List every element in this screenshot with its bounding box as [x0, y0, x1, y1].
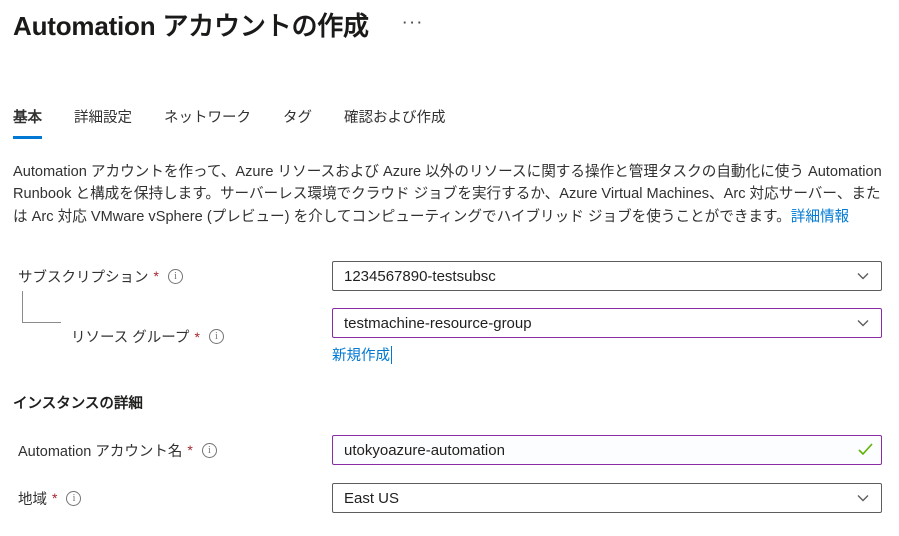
resource-group-dropdown[interactable]: testmachine-resource-group: [332, 308, 882, 338]
valid-check-icon: [858, 443, 873, 456]
page-header: Automation アカウントの作成 ···: [13, 8, 883, 44]
region-dropdown[interactable]: East US: [332, 483, 882, 513]
text-caret: [391, 346, 392, 364]
region-control: East US: [332, 483, 882, 513]
tab-networking[interactable]: ネットワーク: [164, 106, 251, 139]
chevron-down-icon: [856, 491, 870, 505]
subscription-label-group: サブスクリプション * i: [13, 266, 332, 287]
basics-form: サブスクリプション * i 1234567890-testsubsc リソース …: [13, 261, 883, 513]
info-icon[interactable]: i: [66, 491, 81, 506]
account-name-input-wrap: [332, 435, 882, 465]
tab-advanced[interactable]: 詳細設定: [74, 106, 132, 139]
page-description: Automation アカウントを作って、Azure リソースおよび Azure…: [13, 161, 883, 228]
learn-more-link[interactable]: 詳細情報: [791, 209, 849, 225]
subscription-selected-value: 1234567890-testsubsc: [344, 268, 496, 285]
resource-group-label-group: リソース グループ * i: [13, 326, 332, 347]
region-field-row: 地域 * i East US: [13, 483, 883, 513]
info-icon[interactable]: i: [168, 269, 183, 284]
info-icon[interactable]: i: [209, 329, 224, 344]
subscription-dropdown[interactable]: 1234567890-testsubsc: [332, 261, 882, 291]
region-label-group: 地域 * i: [13, 488, 332, 509]
create-new-row: 新規作成: [332, 344, 882, 365]
resource-group-field-row: リソース グループ * i testmachine-resource-group…: [13, 308, 883, 365]
required-asterisk: *: [187, 442, 192, 458]
tab-review-create[interactable]: 確認および作成: [344, 106, 446, 139]
subscription-label: サブスクリプション: [18, 266, 149, 287]
required-asterisk: *: [52, 490, 57, 506]
account-name-label: Automation アカウント名: [18, 440, 182, 461]
account-name-field-row: Automation アカウント名 * i: [13, 435, 883, 465]
page-title: Automation アカウントの作成: [13, 8, 369, 44]
tab-tags[interactable]: タグ: [283, 106, 312, 139]
ellipsis-menu-icon[interactable]: ···: [403, 18, 425, 28]
subscription-field-row: サブスクリプション * i 1234567890-testsubsc: [13, 261, 883, 291]
account-name-control: [332, 435, 882, 465]
account-name-input[interactable]: [332, 435, 882, 465]
subscription-control: 1234567890-testsubsc: [332, 261, 882, 291]
wizard-tabs: 基本 詳細設定 ネットワーク タグ 確認および作成: [13, 106, 883, 140]
create-automation-account-page: Automation アカウントの作成 ··· 基本 詳細設定 ネットワーク タ…: [0, 0, 899, 513]
chevron-down-icon: [856, 269, 870, 283]
required-asterisk: *: [194, 329, 199, 345]
region-label: 地域: [18, 488, 47, 509]
description-text: Automation アカウントを作って、Azure リソースおよび Azure…: [13, 164, 882, 225]
required-asterisk: *: [154, 268, 159, 284]
instance-details-section-title: インスタンスの詳細: [13, 392, 883, 413]
tab-basics[interactable]: 基本: [13, 106, 42, 139]
tree-connector-line: [22, 291, 61, 323]
create-new-resource-group-link[interactable]: 新規作成: [332, 344, 390, 365]
info-icon[interactable]: i: [202, 443, 217, 458]
region-selected-value: East US: [344, 490, 399, 507]
resource-group-label: リソース グループ: [71, 326, 189, 347]
chevron-down-icon: [856, 316, 870, 330]
resource-group-selected-value: testmachine-resource-group: [344, 315, 532, 332]
account-name-label-group: Automation アカウント名 * i: [13, 440, 332, 461]
resource-group-control: testmachine-resource-group 新規作成: [332, 308, 882, 365]
